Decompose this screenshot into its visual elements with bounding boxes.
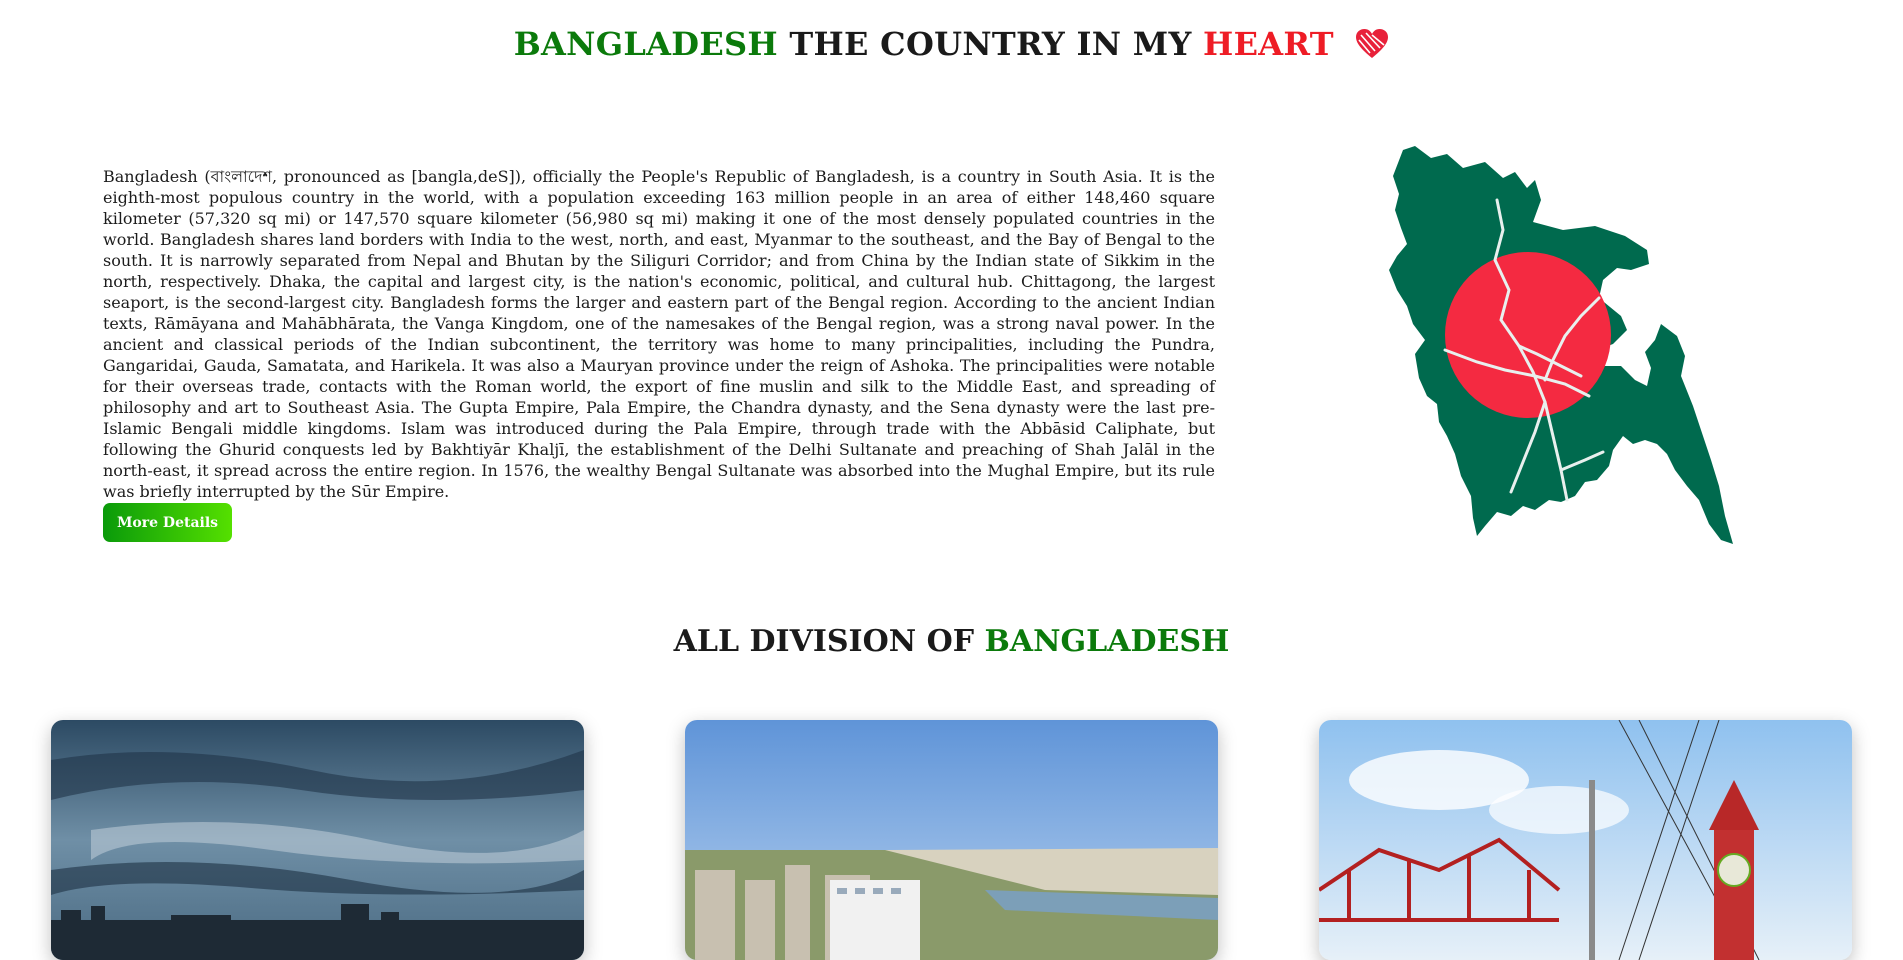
heart-icon: [1355, 28, 1389, 68]
page-title: BANGLADESH THE COUNTRY IN MY HEART: [0, 24, 1903, 68]
intro-paragraph: Bangladesh (বাংলাদেশ, pronounced as [ban…: [103, 167, 1215, 501]
title-heart-word: HEART: [1203, 25, 1334, 63]
more-details-button[interactable]: More Details: [103, 503, 232, 542]
bangladesh-map-image: [1385, 140, 1785, 565]
title-middle: THE COUNTRY IN MY: [777, 25, 1204, 63]
divisions-title-country: BANGLADESH: [984, 624, 1230, 659]
divisions-title: ALL DIVISION OF BANGLADESH: [0, 622, 1903, 662]
division-card-river-city[interactable]: [685, 720, 1218, 960]
divisions-title-prefix: ALL DIVISION OF: [673, 624, 985, 659]
division-card-cloudy-city[interactable]: [51, 720, 584, 960]
title-bangladesh: BANGLADESH: [513, 25, 778, 63]
division-card-bridge-clocktower[interactable]: [1319, 720, 1852, 960]
